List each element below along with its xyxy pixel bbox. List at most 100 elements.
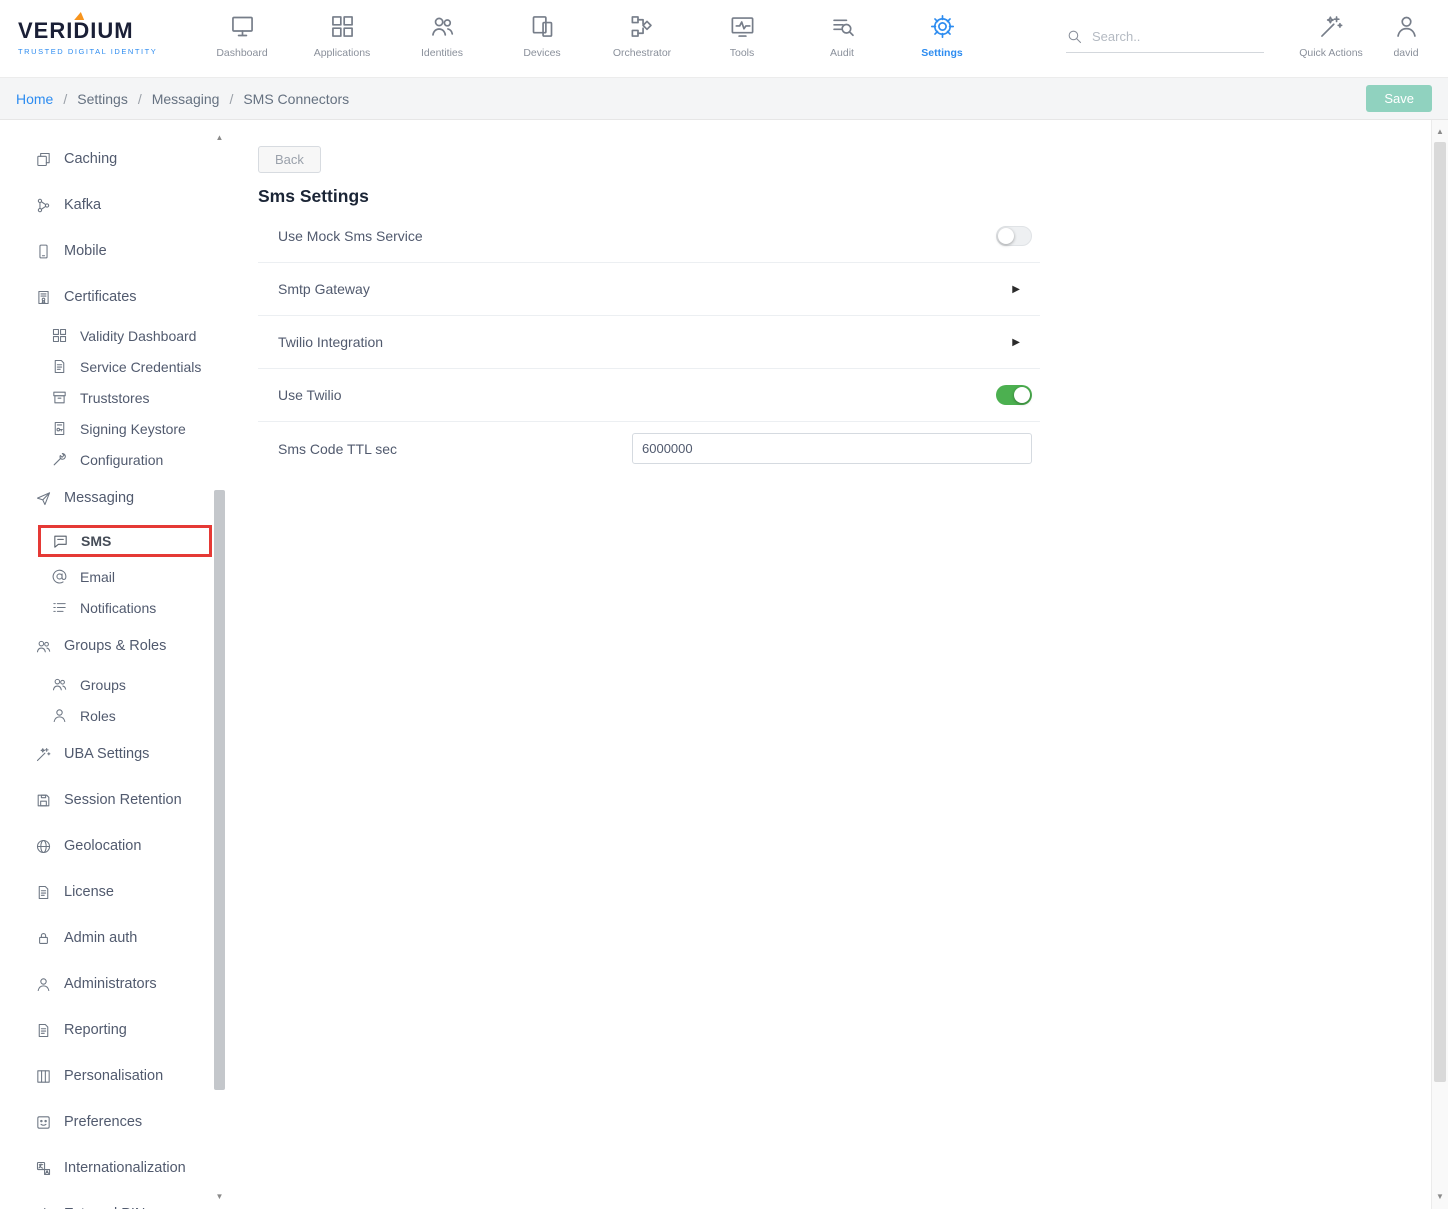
dashboard-icon bbox=[229, 13, 256, 40]
settings-sidebar: Caching Kafka Mobile Certificates Validi… bbox=[0, 120, 230, 1209]
sidebar-item-label: Notifications bbox=[80, 600, 156, 616]
sidebar-item-sms[interactable]: SMS bbox=[38, 525, 212, 557]
use-mock-sms-service-toggle[interactable] bbox=[996, 226, 1032, 246]
nav-identities[interactable]: Identities bbox=[392, 0, 492, 77]
sidebar-item-configuration[interactable]: Configuration bbox=[0, 444, 230, 475]
personalisation-icon bbox=[35, 1068, 52, 1085]
sidebar-item-label: Groups bbox=[80, 677, 126, 693]
sidebar-item-certificates[interactable]: Certificates bbox=[0, 274, 230, 320]
sidebar-item-label: SMS bbox=[81, 533, 111, 549]
sidebar-scrollbar-thumb[interactable] bbox=[214, 490, 225, 1090]
geolocation-icon bbox=[35, 838, 52, 855]
nav-dashboard-label: Dashboard bbox=[216, 47, 267, 59]
sidebar-item-label: Personalisation bbox=[64, 1068, 163, 1084]
nav-dashboard[interactable]: Dashboard bbox=[192, 0, 292, 77]
sidebar-item-messaging[interactable]: Messaging bbox=[0, 475, 230, 521]
back-button[interactable]: Back bbox=[258, 146, 321, 173]
sidebar-scroll-down-arrow[interactable]: ▼ bbox=[213, 1191, 226, 1203]
nav-tools[interactable]: Tools bbox=[692, 0, 792, 77]
service-credentials-icon bbox=[51, 358, 68, 375]
sidebar-item-internationalization[interactable]: Internationalization bbox=[0, 1145, 230, 1191]
sidebar-item-label: Truststores bbox=[80, 390, 150, 406]
sidebar-item-geolocation[interactable]: Geolocation bbox=[0, 823, 230, 869]
expand-arrow-icon: ▶ bbox=[1012, 337, 1020, 348]
sidebar-item-admin-auth[interactable]: Admin auth bbox=[0, 915, 230, 961]
sidebar-item-mobile[interactable]: Mobile bbox=[0, 228, 230, 274]
quick-actions-button[interactable]: Quick Actions bbox=[1288, 0, 1374, 59]
reporting-icon bbox=[35, 1022, 52, 1039]
search-input[interactable] bbox=[1092, 29, 1242, 44]
devices-icon bbox=[529, 13, 556, 40]
breadcrumb-bar: Home / Settings / Messaging / SMS Connec… bbox=[0, 78, 1448, 120]
nav-settings[interactable]: Settings bbox=[892, 0, 992, 77]
breadcrumb-settings[interactable]: Settings bbox=[77, 91, 128, 107]
sidebar-scrollbar: ▲ ▼ bbox=[213, 132, 226, 1203]
breadcrumb-sms-connectors: SMS Connectors bbox=[243, 91, 349, 107]
user-name-label: david bbox=[1393, 47, 1418, 59]
logo-brand-name: VERIDIUM bbox=[18, 18, 134, 43]
use-twilio-toggle[interactable] bbox=[996, 385, 1032, 405]
settings-gear-icon bbox=[929, 13, 956, 40]
sidebar-item-administrators[interactable]: Administrators bbox=[0, 961, 230, 1007]
top-header: VERIDIUM TRUSTED DIGITAL IDENTITY Dashbo… bbox=[0, 0, 1448, 78]
applications-icon bbox=[329, 13, 356, 40]
sidebar-item-session-retention[interactable]: Session Retention bbox=[0, 777, 230, 823]
save-button[interactable]: Save bbox=[1366, 85, 1432, 112]
sidebar-item-groups-roles[interactable]: Groups & Roles bbox=[0, 623, 230, 669]
breadcrumb-messaging[interactable]: Messaging bbox=[152, 91, 220, 107]
groups-roles-icon bbox=[35, 638, 52, 655]
sidebar-item-label: Signing Keystore bbox=[80, 421, 186, 437]
sidebar-item-signing-keystore[interactable]: Signing Keystore bbox=[0, 413, 230, 444]
license-icon bbox=[35, 884, 52, 901]
sidebar-item-label: Service Credentials bbox=[80, 359, 201, 375]
sidebar-item-uba-settings[interactable]: UBA Settings bbox=[0, 731, 230, 777]
sidebar-item-validity-dashboard[interactable]: Validity Dashboard bbox=[0, 320, 230, 351]
sidebar-item-roles[interactable]: Roles bbox=[0, 700, 230, 731]
sidebar-list: Caching Kafka Mobile Certificates Validi… bbox=[0, 120, 230, 1209]
nav-audit[interactable]: Audit bbox=[792, 0, 892, 77]
page-scroll-up-arrow[interactable]: ▲ bbox=[1432, 124, 1448, 140]
sidebar-item-external-pin[interactable]: External PIN bbox=[0, 1191, 230, 1209]
messaging-icon bbox=[35, 490, 52, 507]
sms-code-ttl-input[interactable] bbox=[632, 433, 1032, 464]
setting-row-twilio-integration[interactable]: Twilio Integration ▶ bbox=[258, 316, 1040, 369]
page-scrollbar: ▲ ▼ bbox=[1431, 120, 1448, 1209]
sidebar-item-email[interactable]: Email bbox=[0, 561, 230, 592]
sidebar-item-notifications[interactable]: Notifications bbox=[0, 592, 230, 623]
sidebar-item-personalisation[interactable]: Personalisation bbox=[0, 1053, 230, 1099]
sidebar-item-caching[interactable]: Caching bbox=[0, 136, 230, 182]
breadcrumb-home[interactable]: Home bbox=[16, 91, 53, 107]
primary-nav: Dashboard Applications Identities Device… bbox=[192, 0, 992, 77]
sidebar-item-groups[interactable]: Groups bbox=[0, 669, 230, 700]
logo-orange-accent-icon bbox=[74, 12, 86, 20]
sidebar-item-label: Admin auth bbox=[64, 930, 137, 946]
truststores-icon bbox=[51, 389, 68, 406]
page-scroll-down-arrow[interactable]: ▼ bbox=[1432, 1189, 1448, 1205]
nav-applications[interactable]: Applications bbox=[292, 0, 392, 77]
kafka-icon bbox=[35, 197, 52, 214]
sidebar-item-preferences[interactable]: Preferences bbox=[0, 1099, 230, 1145]
sidebar-item-reporting[interactable]: Reporting bbox=[0, 1007, 230, 1053]
orchestrator-icon bbox=[629, 13, 656, 40]
sidebar-item-label: Certificates bbox=[64, 289, 137, 305]
sidebar-item-truststores[interactable]: Truststores bbox=[0, 382, 230, 413]
breadcrumb-separator: / bbox=[138, 91, 142, 107]
sidebar-item-label: Configuration bbox=[80, 452, 163, 468]
breadcrumb-separator: / bbox=[63, 91, 67, 107]
user-menu[interactable]: david bbox=[1374, 0, 1438, 59]
setting-label: Smtp Gateway bbox=[278, 281, 370, 297]
uba-settings-icon bbox=[35, 746, 52, 763]
search-icon[interactable] bbox=[1066, 28, 1083, 45]
main-content: Back Sms Settings Use Mock Sms Service S… bbox=[230, 120, 1431, 1209]
page-scrollbar-thumb[interactable] bbox=[1434, 142, 1446, 1082]
sidebar-item-service-credentials[interactable]: Service Credentials bbox=[0, 351, 230, 382]
sidebar-item-label: Groups & Roles bbox=[64, 638, 166, 654]
setting-row-smtp-gateway[interactable]: Smtp Gateway ▶ bbox=[258, 263, 1040, 316]
sidebar-item-label: UBA Settings bbox=[64, 746, 149, 762]
sidebar-item-kafka[interactable]: Kafka bbox=[0, 182, 230, 228]
sidebar-item-license[interactable]: License bbox=[0, 869, 230, 915]
nav-orchestrator[interactable]: Orchestrator bbox=[592, 0, 692, 77]
nav-devices[interactable]: Devices bbox=[492, 0, 592, 77]
sidebar-scroll-up-arrow[interactable]: ▲ bbox=[213, 132, 226, 144]
nav-applications-label: Applications bbox=[314, 47, 371, 59]
